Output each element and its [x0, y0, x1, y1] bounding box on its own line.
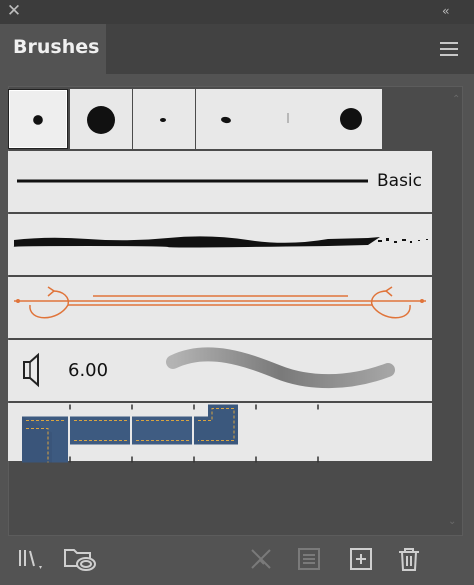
scroll-up-icon[interactable]: ⌃ — [452, 94, 464, 105]
brush-row-bristle[interactable]: 6.00 — [8, 340, 432, 401]
brush-tip-tiny-oval[interactable] — [133, 89, 195, 149]
panel-menu-icon[interactable] — [440, 42, 458, 56]
brush-size-value: 6.00 — [68, 360, 109, 381]
brush-tip-hairline[interactable] — [258, 89, 320, 149]
tab-brushes[interactable]: Brushes — [0, 24, 106, 76]
remove-brush-stroke-icon — [246, 544, 276, 574]
close-icon[interactable]: ✕ — [6, 2, 22, 20]
brush-tip-small-oval[interactable] — [196, 89, 258, 149]
brush-name-basic: Basic — [376, 171, 422, 191]
scroll-down-icon[interactable]: ⌄ — [448, 516, 460, 527]
brush-row-charcoal[interactable] — [8, 214, 432, 275]
tab-label: Brushes — [13, 36, 100, 58]
brush-libraries-icon[interactable] — [14, 544, 44, 574]
brush-row-arrow[interactable] — [8, 277, 432, 338]
brush-tip-large-round[interactable] — [70, 89, 132, 149]
brush-tip-small-round[interactable] — [8, 89, 68, 149]
brush-tip-medium-round[interactable] — [320, 89, 382, 149]
delete-brush-icon[interactable] — [394, 544, 424, 574]
brush-options-icon — [294, 544, 324, 574]
brush-row-basic[interactable]: Basic — [8, 151, 432, 212]
cc-libraries-icon[interactable] — [62, 544, 102, 574]
brush-row-denim-pattern[interactable] — [8, 403, 432, 463]
title-bar: ✕ ‹‹ — [0, 0, 474, 24]
collapse-panel-icon[interactable]: ‹‹ — [442, 3, 460, 19]
new-brush-icon[interactable] — [346, 544, 376, 574]
